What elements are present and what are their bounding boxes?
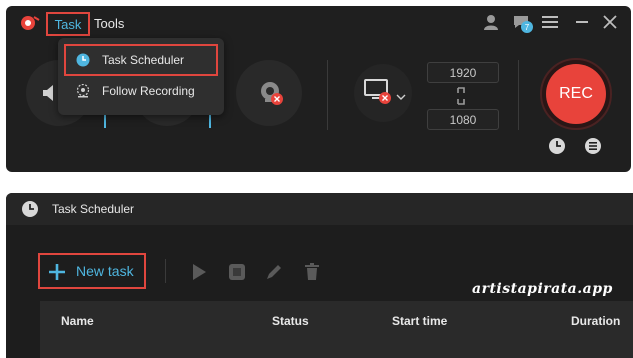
menu-task[interactable]: Task [46,12,90,36]
watermark-text: artistapirata.app [472,281,613,297]
menu-tools-label: Tools [94,16,125,31]
user-icon[interactable] [482,13,500,31]
list-icon[interactable] [584,137,602,155]
column-header-start-time[interactable]: Start time [392,314,447,328]
dropdown-item-follow-recording[interactable]: Follow Recording [64,78,212,106]
plus-icon [48,263,66,281]
scheduler-title-bar: Task Scheduler [6,193,633,225]
task-scheduler-window: Task Scheduler New task artistapirata.ap… [6,193,633,358]
notification-badge: 7 [521,21,533,33]
link-icon[interactable] [454,86,468,106]
menu-task-label: Task [54,16,82,32]
clock-icon[interactable] [548,137,566,155]
chevron-down-icon[interactable] [396,88,406,100]
new-task-label: New task [76,263,134,279]
follow-recording-icon [76,83,90,98]
divider-right [518,60,519,130]
play-icon[interactable] [190,263,208,281]
webcam-button[interactable] [236,60,302,126]
webcam-icon [258,80,284,106]
resolution-height-value: 1080 [449,112,477,127]
chat-icon[interactable]: 7 [512,13,534,35]
dropdown-item-label: Task Scheduler [102,53,185,67]
screen-select-button[interactable] [354,64,412,122]
divider-left [327,60,328,130]
task-table-header [40,301,633,358]
task-dropdown-menu: Task Scheduler Follow Recording [58,38,224,115]
menu-tools[interactable]: Tools [94,15,124,33]
scheduler-title: Task Scheduler [52,202,135,216]
notification-count: 7 [524,22,530,32]
rec-button-inner: REC [546,64,606,124]
dropdown-item-label: Follow Recording [102,84,195,98]
resolution-width-value: 1920 [449,65,477,80]
minimize-icon[interactable] [576,21,588,23]
clock-icon [21,200,39,218]
rec-button[interactable]: REC [540,58,612,130]
menu-icon[interactable] [542,15,558,29]
column-header-name[interactable]: Name [61,314,94,328]
new-task-button[interactable]: New task [38,253,146,289]
dropdown-item-task-scheduler[interactable]: Task Scheduler [64,44,218,76]
column-header-duration[interactable]: Duration [571,314,620,328]
monitor-icon [364,78,394,108]
toolbar-divider [165,259,166,283]
clock-icon [76,53,90,67]
resolution-width-field[interactable]: 1920 [427,62,499,83]
stop-icon[interactable] [228,263,246,281]
trash-icon[interactable] [304,262,320,281]
edit-icon[interactable] [265,263,283,281]
rec-label: REC [559,85,593,102]
close-icon[interactable] [603,15,617,29]
speaker-icon [42,84,58,102]
app-logo-icon [20,14,40,32]
column-header-status[interactable]: Status [272,314,309,328]
resolution-height-field[interactable]: 1080 [427,109,499,130]
